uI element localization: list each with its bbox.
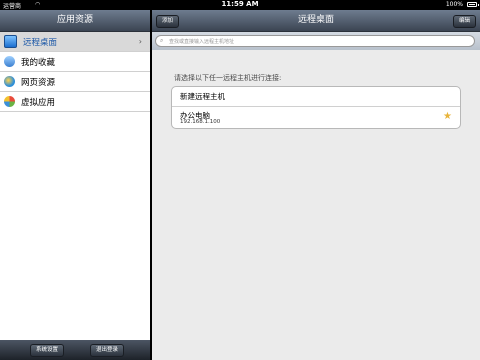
sidebar-item-web-resources[interactable]: 网页资源 bbox=[0, 72, 150, 92]
add-button[interactable]: 添加 bbox=[156, 15, 180, 28]
search-bar: ⌕ 查找或直接输入远程主机地址 bbox=[152, 32, 480, 50]
edit-button[interactable]: 编辑 bbox=[452, 15, 476, 28]
sidebar-list: 远程桌面 › 我的收藏 网页资源 虚拟应用 bbox=[0, 32, 150, 112]
sidebar: 应用资源 远程桌面 › 我的收藏 网页资源 虚拟应用 系统设置 退出登录 bbox=[0, 10, 150, 360]
sidebar-item-virtual-apps[interactable]: 虚拟应用 bbox=[0, 92, 150, 112]
main-panel: 添加 远程桌面 编辑 ⌕ 查找或直接输入远程主机地址 请选择以下任一远程主机进行… bbox=[152, 10, 480, 360]
page-title: 远程桌面 bbox=[297, 15, 334, 25]
sidebar-item-label: 虚拟应用 bbox=[21, 97, 56, 108]
host-list: 新建远程主机 办公电脑 192.168.1.100 ★ bbox=[171, 86, 461, 129]
main-navbar: 添加 远程桌面 编辑 bbox=[152, 10, 480, 32]
logout-button[interactable]: 退出登录 bbox=[90, 344, 125, 357]
host-row[interactable]: 办公电脑 192.168.1.100 ★ bbox=[172, 107, 460, 128]
star-icon[interactable]: ★ bbox=[443, 111, 452, 122]
sidebar-item-label: 远程桌面 bbox=[23, 37, 58, 48]
search-input[interactable]: ⌕ 查找或直接输入远程主机地址 bbox=[155, 35, 475, 47]
virtual-app-icon bbox=[4, 96, 15, 107]
web-resource-icon bbox=[4, 76, 15, 87]
sidebar-item-label: 我的收藏 bbox=[21, 57, 56, 68]
remote-desktop-icon bbox=[4, 35, 17, 48]
battery-icon bbox=[467, 2, 479, 7]
chevron-right-icon: › bbox=[138, 37, 142, 46]
sidebar-title: 应用资源 bbox=[0, 10, 150, 32]
host-ip: 192.168.1.100 bbox=[180, 119, 221, 125]
status-bar: 运营商 ◠ 11:59 AM 100% bbox=[0, 0, 480, 10]
new-host-row[interactable]: 新建远程主机 bbox=[172, 87, 460, 107]
battery-percent: 100% bbox=[445, 1, 463, 8]
sidebar-toolbar: 系统设置 退出登录 bbox=[0, 340, 150, 360]
clock: 11:59 AM bbox=[221, 0, 259, 8]
search-placeholder: 查找或直接输入远程主机地址 bbox=[169, 39, 235, 45]
search-icon: ⌕ bbox=[160, 37, 164, 44]
connection-prompt: 请选择以下任一远程主机进行连接: bbox=[174, 74, 282, 82]
settings-button[interactable]: 系统设置 bbox=[30, 344, 65, 357]
sidebar-item-remote-desktop[interactable]: 远程桌面 › bbox=[0, 32, 150, 52]
sidebar-item-label: 网页资源 bbox=[21, 77, 56, 88]
sidebar-item-favorites[interactable]: 我的收藏 bbox=[0, 52, 150, 72]
favorites-icon bbox=[4, 56, 15, 67]
